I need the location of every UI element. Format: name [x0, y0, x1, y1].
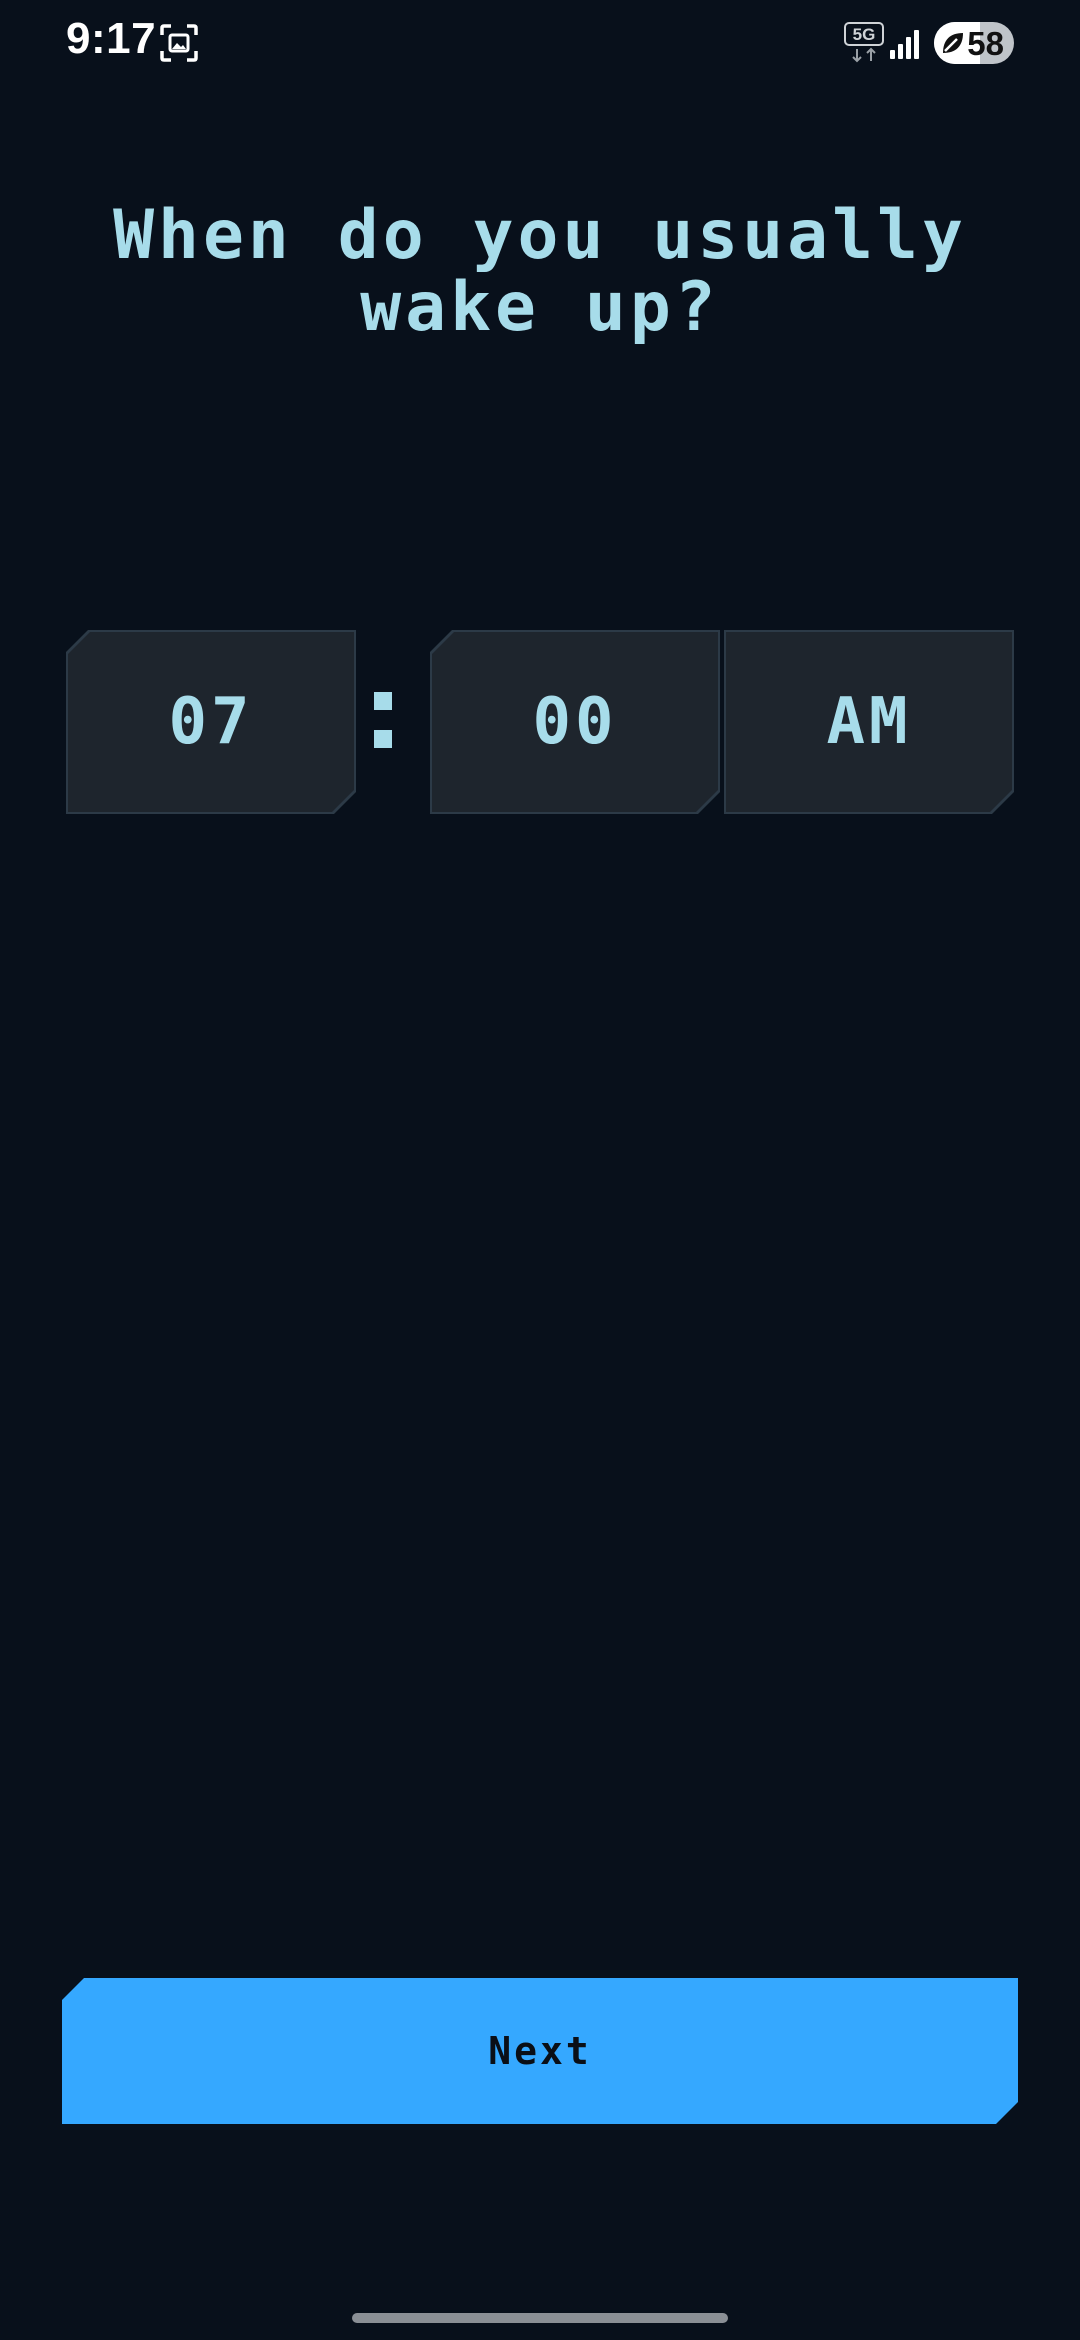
hour-value: 07 — [168, 685, 254, 759]
screenshot-icon — [160, 24, 198, 62]
hour-selector-inner: 07 — [68, 632, 354, 812]
signal-icon — [890, 30, 919, 59]
status-bar: 9:17 5G 58 — [0, 0, 1080, 90]
battery-indicator: 58 — [934, 22, 1014, 64]
minute-selector[interactable]: 00 — [430, 630, 720, 814]
page-title: When do you usually wake up? — [113, 196, 967, 347]
separator-dot-bottom — [374, 730, 392, 748]
network-5g-icon: 5G — [844, 22, 884, 63]
next-button-label: Next — [488, 2029, 592, 2073]
separator-dot-top — [374, 692, 392, 710]
next-button[interactable]: Next — [62, 1978, 1018, 2124]
status-time: 9:17 — [66, 14, 157, 63]
minute-selector-inner: 00 — [432, 632, 718, 812]
minute-value: 00 — [532, 685, 618, 759]
home-indicator[interactable] — [352, 2313, 728, 2323]
battery-level: 58 — [967, 25, 1004, 62]
hour-selector[interactable]: 07 — [66, 630, 356, 814]
time-separator — [372, 690, 398, 754]
ampm-value: AM — [826, 685, 912, 759]
network-label: 5G — [853, 25, 876, 44]
battery-saver-leaf-icon — [943, 33, 963, 53]
ampm-selector-inner: AM — [726, 632, 1012, 812]
ampm-selector[interactable]: AM — [724, 630, 1014, 814]
